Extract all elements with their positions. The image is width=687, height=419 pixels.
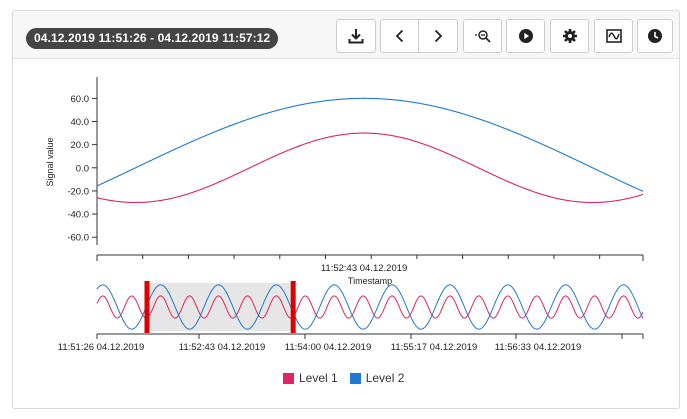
y-tick-label: -40.0 [67,210,89,221]
legend-swatch [283,372,294,384]
zoom-out-button[interactable] [463,19,502,53]
series-level-1-line [96,132,644,204]
navigator-tick-label: 11:52:43 04.12.2019 [179,342,265,353]
time-range-badge: 04.12.2019 11:51:26 - 04.12.2019 11:57:1… [26,28,279,49]
play-button[interactable] [506,19,545,53]
navigator-tick-label: 11:55:17 04.12.2019 [391,342,477,353]
zoom-out-icon [474,30,491,43]
legend: Level 1 Level 2 [283,370,416,386]
navigator-handle-left [144,281,150,333]
y-axis-label: Signal value [45,137,55,186]
y-tick-label: 60.0 [71,94,90,105]
x-tick-label: 11:52:43 04.12.2019 [321,263,407,274]
legend-label: Level 2 [365,371,405,385]
y-tick-label: -20.0 [67,186,89,197]
series-level-2-line [96,97,644,192]
legend-swatch [349,372,361,384]
chevron-right-icon [434,29,443,43]
previous-button[interactable] [380,19,419,53]
y-tick-label: 0.0 [76,163,89,174]
download-icon [348,29,364,44]
panel-header: 04.12.2019 11:51:26 - 04.12.2019 11:57:1… [13,11,679,59]
y-tick-label: 20.0 [71,140,90,151]
chart-panel: 04.12.2019 11:51:26 - 04.12.2019 11:57:1… [12,10,680,409]
navigator-tick-label: 11:51:26 04.12.2019 [58,342,144,353]
play-icon [518,29,533,43]
legend-item-level-1[interactable]: Level 1 [283,371,338,385]
y-tick-label: -60.0 [67,233,89,244]
navigator-selection [147,283,293,331]
legend-label: Level 1 [299,371,338,385]
signal-button[interactable] [594,19,633,53]
legend-item-level-2[interactable]: Level 2 [349,371,405,385]
download-button[interactable] [336,19,376,53]
navigator-chart[interactable]: 11:51:26 04.12.2019 11:52:43 04.12.2019 11… [13,279,679,361]
chevron-left-icon [395,29,403,43]
history-button[interactable] [637,19,673,53]
next-button[interactable] [419,19,458,53]
navigator-handle-right [290,281,296,333]
clock-icon [648,29,662,43]
settings-button[interactable] [550,19,589,53]
navigator-tick-label: 11:56:33 04.12.2019 [495,342,581,353]
navigator-tick-label: 11:54:00 04.12.2019 [285,342,371,353]
signal-wave-icon [605,29,622,43]
gear-icon [562,29,577,43]
y-tick-label: 40.0 [71,117,90,128]
